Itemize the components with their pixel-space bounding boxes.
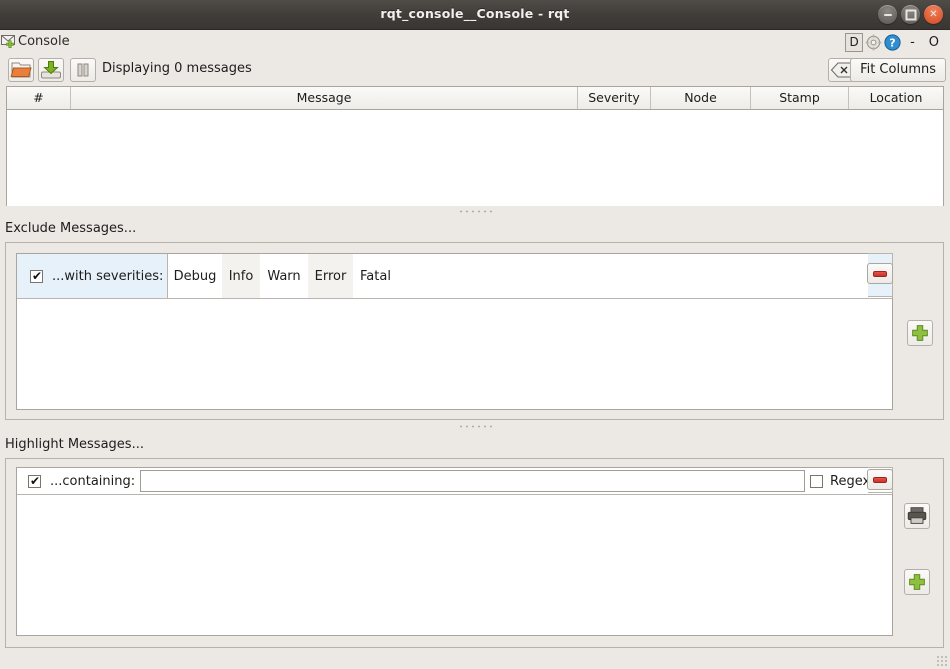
exclude-panel: ...with severities: Debug Info Warn Erro… — [5, 242, 944, 420]
splitter-table-exclude[interactable] — [0, 206, 950, 216]
highlight-text-input-cell[interactable] — [135, 468, 810, 494]
print-icon — [905, 504, 929, 528]
severity-label-fatal: Fatal — [360, 269, 391, 284]
highlight-remove-button-wrap — [867, 469, 893, 490]
highlight-panel: ...containing: Regex — [5, 458, 944, 648]
envelope-add-icon — [1, 35, 17, 48]
severity-label-debug: Debug — [174, 269, 217, 284]
open-log-button[interactable] — [8, 58, 34, 82]
pause-button[interactable] — [70, 58, 96, 82]
close-icon: ✕ — [929, 10, 937, 20]
exclude-filter-row[interactable]: ...with severities: Debug Info Warn Erro… — [17, 254, 892, 299]
maximize-window-button[interactable] — [901, 5, 920, 24]
column-header-[interactable]: # — [7, 87, 71, 109]
status-text: Displaying 0 messages — [102, 61, 252, 76]
severity-label-error: Error — [315, 269, 347, 284]
highlight-text-input[interactable] — [140, 470, 805, 492]
save-icon — [39, 59, 63, 81]
column-header-stamp[interactable]: Stamp — [751, 87, 849, 109]
exclude-filter-label: ...with severities: — [52, 269, 163, 284]
minimize-window-button[interactable] — [878, 5, 897, 24]
dock-minimize-button[interactable]: - — [910, 35, 920, 50]
dock-header-buttons: D ? - O — [845, 33, 944, 52]
severity-label-warn: Warn — [267, 269, 300, 284]
column-header-message[interactable]: Message — [71, 87, 578, 109]
print-highlight-button[interactable] — [904, 503, 930, 529]
column-header-severity[interactable]: Severity — [578, 87, 651, 109]
message-table-body[interactable] — [7, 110, 943, 206]
highlight-containing-label-cell[interactable]: ...containing: — [17, 468, 135, 494]
exclude-filter-list[interactable]: ...with severities: Debug Info Warn Erro… — [16, 253, 893, 410]
window-title: rqt_console__Console - rqt — [0, 6, 950, 21]
remove-filter-icon[interactable] — [867, 263, 893, 284]
highlight-section-title: Highlight Messages... — [5, 437, 144, 452]
help-icon[interactable]: ? — [884, 34, 901, 51]
column-header-location[interactable]: Location — [849, 87, 943, 109]
window-titlebar: rqt_console__Console - rqt ✕ — [0, 0, 950, 30]
highlight-filter-label: ...containing: — [50, 474, 135, 489]
exclude-severity-label-cell[interactable]: ...with severities: — [17, 254, 168, 298]
highlight-regex-checkbox[interactable] — [810, 475, 823, 488]
save-log-button[interactable] — [38, 58, 64, 82]
highlight-filter-enabled-checkbox[interactable] — [28, 475, 41, 488]
splitter-grip — [458, 425, 492, 428]
minimize-icon — [884, 14, 892, 16]
exclude-section-title: Exclude Messages... — [5, 221, 136, 236]
add-filter-icon — [908, 321, 932, 345]
exclude-remove-button-wrap — [867, 263, 893, 284]
splitter-exclude-highlight[interactable] — [0, 421, 950, 431]
severity-cell-info[interactable]: Info — [222, 254, 260, 298]
fit-columns-button[interactable]: Fit Columns — [850, 58, 946, 82]
console-dock-header: Console D ? - O — [0, 30, 950, 56]
highlight-regex-label: Regex — [830, 474, 870, 489]
maximize-icon — [905, 9, 916, 20]
exclude-filter-enabled-checkbox[interactable] — [30, 270, 43, 283]
splitter-grip — [458, 210, 492, 213]
dock-title: Console — [18, 34, 70, 49]
svg-text:?: ? — [889, 37, 895, 50]
highlight-filter-row[interactable]: ...containing: Regex — [17, 468, 892, 495]
dock-close-button[interactable]: O — [929, 35, 944, 50]
severity-label-info: Info — [229, 269, 254, 284]
dock-detach-button[interactable]: D — [845, 33, 863, 52]
add-filter-icon — [905, 570, 929, 594]
highlight-filter-list[interactable]: ...containing: Regex — [16, 467, 893, 636]
console-toolbar: Displaying 0 messages Fit Columns — [0, 56, 950, 84]
message-table-header: #MessageSeverityNodeStampLocation — [7, 87, 943, 110]
gear-icon[interactable] — [865, 34, 882, 51]
add-exclude-filter-button[interactable] — [907, 320, 933, 346]
remove-filter-icon[interactable] — [867, 469, 893, 490]
close-window-button[interactable]: ✕ — [924, 5, 943, 24]
severity-cell-error[interactable]: Error — [308, 254, 353, 298]
column-header-node[interactable]: Node — [651, 87, 751, 109]
window-resize-grip[interactable] — [936, 655, 948, 667]
severity-cell-warn[interactable]: Warn — [260, 254, 308, 298]
pause-icon — [71, 59, 95, 81]
folder-open-icon — [9, 59, 33, 81]
window-controls: ✕ — [878, 5, 943, 24]
add-highlight-filter-button[interactable] — [904, 569, 930, 595]
severity-cell-fatal[interactable]: Fatal — [353, 254, 892, 298]
rqt-console-window: rqt_console__Console - rqt ✕ Console D — [0, 0, 950, 669]
severity-cell-debug[interactable]: Debug — [168, 254, 222, 298]
message-table[interactable]: #MessageSeverityNodeStampLocation — [6, 86, 944, 206]
